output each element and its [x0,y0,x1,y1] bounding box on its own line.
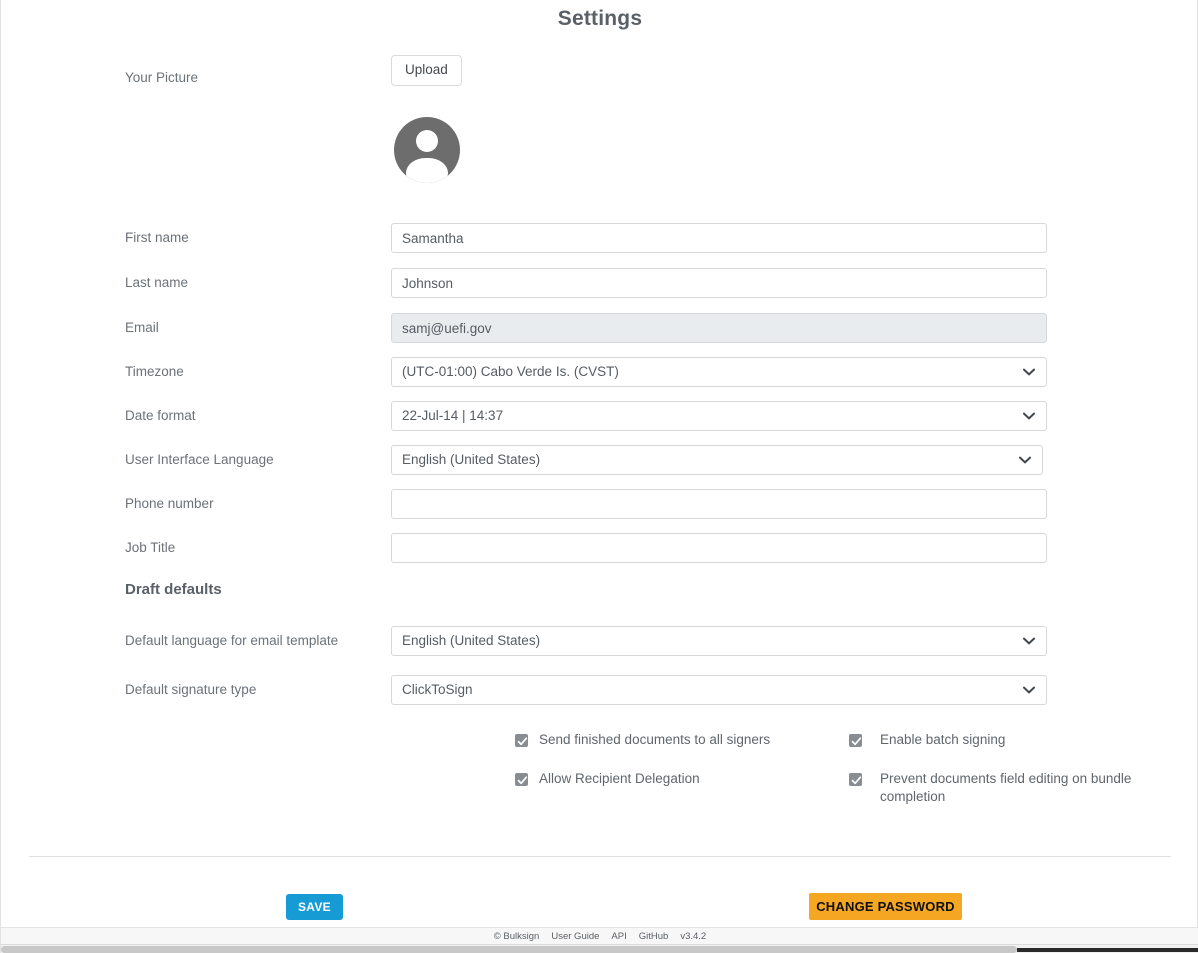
checkmark-icon[interactable] [515,773,528,786]
footer-copyright: © Bulksign [493,931,540,942]
change-password-button[interactable]: CHANGE PASSWORD [809,893,962,920]
footer-link-github[interactable]: GitHub [639,931,669,942]
footer-link-user-guide[interactable]: User Guide [551,931,599,942]
page-title: Settings [557,7,643,30]
last-name-control [391,268,1198,298]
chevron-down-icon [1018,453,1032,467]
horizontal-scrollbar-rail [1017,948,1198,952]
default-signature-type-control: ClickToSign [391,675,1198,705]
form-row-default-email-language: Default language for email template Engl… [1,626,1198,675]
timezone-control: (UTC-01:00) Cabo Verde Is. (CVST) [391,357,1198,387]
ui-language-selected-value: English (United States) [402,452,541,467]
checkmark-icon[interactable] [849,773,862,786]
form-row-timezone: Timezone (UTC-01:00) Cabo Verde Is. (CVS… [1,357,1198,401]
checkbox-label: Allow Recipient Delegation [539,771,700,786]
checkbox-item-prevent-field-editing[interactable]: Prevent documents field editing on bundl… [849,770,1149,806]
form-row-date-format: Date format 22-Jul-14 | 14:37 [1,401,1198,445]
avatar-wrapper [394,117,1171,183]
date-format-selected-value: 22-Jul-14 | 14:37 [402,408,504,423]
upload-button[interactable]: Upload [391,55,462,86]
checkmark-icon[interactable] [515,734,528,747]
job-title-input[interactable] [391,533,1047,563]
last-name-input[interactable] [391,268,1047,298]
job-title-control [391,533,1198,563]
footer-version: v3.4.2 [680,931,707,942]
horizontal-scrollbar-thumb[interactable] [1,946,1017,953]
checkbox-label: Send finished documents to all signers [539,732,771,747]
draft-defaults-heading: Draft defaults [125,581,222,598]
email-input [391,313,1047,343]
page-footer: © Bulksign User Guide API GitHub v3.4.2 [1,927,1198,945]
draft-defaults-checkbox-group: Send finished documents to all signers E… [1,731,1198,806]
last-name-label: Last name [125,275,189,290]
first-name-input[interactable] [391,223,1047,253]
chevron-down-icon [1022,683,1036,697]
checkbox-item-send-finished-documents[interactable]: Send finished documents to all signers [515,731,849,749]
default-email-language-label: Default language for email template [125,633,339,648]
checkbox-item-allow-recipient-delegation[interactable]: Allow Recipient Delegation [515,770,849,806]
job-title-label: Job Title [125,540,176,555]
checkbox-label: Enable batch signing [880,732,1006,747]
default-signature-type-label: Default signature type [125,682,257,697]
timezone-label: Timezone [125,364,184,379]
horizontal-scrollbar[interactable] [1,944,1198,953]
form-row-job-title: Job Title [1,533,1198,579]
settings-form: Your Picture Upload First name Last name [1,55,1198,827]
save-button[interactable]: SAVE [286,894,343,920]
email-control [391,313,1198,343]
chevron-down-icon [1022,634,1036,648]
checkbox-item-enable-batch-signing[interactable]: Enable batch signing [849,731,1149,749]
form-row-email: Email [1,313,1198,357]
user-avatar-icon [394,117,460,183]
date-format-select[interactable]: 22-Jul-14 | 14:37 [391,401,1047,431]
checkmark-icon[interactable] [849,734,862,747]
date-format-control: 22-Jul-14 | 14:37 [391,401,1198,431]
form-row-phone-number: Phone number [1,489,1198,533]
avatar-body-shape [406,158,448,183]
ui-language-select[interactable]: English (United States) [391,445,1043,475]
checkbox-row-2: Allow Recipient Delegation Prevent docum… [515,770,1198,806]
ui-language-control: English (United States) [391,445,1198,475]
first-name-control [391,223,1198,253]
footer-link-api[interactable]: API [611,931,626,942]
first-name-label: First name [125,230,189,245]
date-format-label: Date format [125,408,196,423]
default-email-language-select[interactable]: English (United States) [391,626,1047,656]
default-email-language-selected-value: English (United States) [402,633,541,648]
settings-page: Settings Your Picture Upload First name [0,0,1198,953]
timezone-select[interactable]: (UTC-01:00) Cabo Verde Is. (CVST) [391,357,1047,387]
default-signature-type-selected-value: ClickToSign [402,682,473,697]
form-row-your-picture: Your Picture Upload [1,55,1198,223]
section-divider [29,856,1171,857]
form-row-last-name: Last name [1,268,1198,313]
form-row-ui-language: User Interface Language English (United … [1,445,1198,489]
phone-number-input[interactable] [391,489,1047,519]
avatar-head-shape [416,130,438,152]
form-row-first-name: First name [1,223,1198,268]
chevron-down-icon [1022,409,1036,423]
phone-number-control [391,489,1198,519]
checkbox-row-1: Send finished documents to all signers E… [515,731,1198,749]
phone-number-label: Phone number [125,496,214,511]
timezone-selected-value: (UTC-01:00) Cabo Verde Is. (CVST) [402,364,619,379]
your-picture-control: Upload [391,55,1198,183]
chevron-down-icon [1022,365,1036,379]
your-picture-label: Your Picture [125,70,199,85]
email-label: Email [125,320,159,335]
default-email-language-control: English (United States) [391,626,1198,656]
ui-language-label: User Interface Language [125,452,274,467]
default-signature-type-select[interactable]: ClickToSign [391,675,1047,705]
form-row-default-signature-type: Default signature type ClickToSign [1,675,1198,705]
checkbox-label: Prevent documents field editing on bundl… [880,771,1132,804]
